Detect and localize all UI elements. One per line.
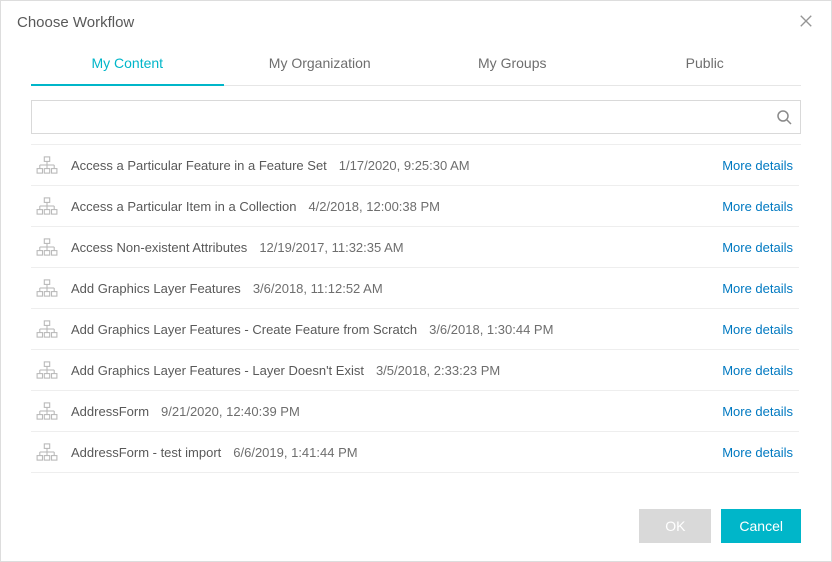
list-item[interactable]: Access Non-existent Attributes 12/19/2017… [31, 227, 799, 268]
tabs: My Content My Organization My Groups Public [31, 41, 801, 86]
list-item[interactable]: Access a Particular Item in a Collection… [31, 186, 799, 227]
close-button[interactable] [797, 13, 815, 31]
item-name: Access Non-existent Attributes [71, 240, 247, 255]
item-date: 9/21/2020, 12:40:39 PM [161, 404, 300, 419]
item-date: 3/5/2018, 2:33:23 PM [376, 363, 500, 378]
tab-public[interactable]: Public [609, 41, 802, 85]
more-details-link[interactable]: More details [722, 363, 793, 378]
list-item[interactable]: AddressForm 9/21/2020, 12:40:39 PM More de… [31, 391, 799, 432]
item-date: 3/6/2018, 11:12:52 AM [253, 281, 383, 296]
list-item[interactable]: Add Graphics Layer Features - Create Fea… [31, 309, 799, 350]
item-date: 6/6/2019, 1:41:44 PM [233, 445, 357, 460]
tab-label: My Groups [478, 55, 546, 71]
tab-my-groups[interactable]: My Groups [416, 41, 609, 85]
search-icon [776, 109, 792, 125]
workflow-icon [33, 361, 61, 379]
list-item[interactable]: Add Graphics Layer Features 3/6/2018, 11:… [31, 268, 799, 309]
dialog-footer: OK Cancel [1, 493, 831, 561]
close-icon [799, 14, 813, 31]
workflow-icon [33, 443, 61, 461]
more-details-link[interactable]: More details [722, 445, 793, 460]
ok-button[interactable]: OK [639, 509, 711, 543]
list-item[interactable]: Add Graphics Layer Features - Layer Does… [31, 350, 799, 391]
dialog-header: Choose Workflow [1, 1, 831, 41]
item-name: Access a Particular Item in a Collection [71, 199, 296, 214]
item-text: Access Non-existent Attributes 12/19/2017… [71, 240, 712, 255]
item-date: 4/2/2018, 12:00:38 PM [308, 199, 440, 214]
item-date: 1/17/2020, 9:25:30 AM [339, 158, 470, 173]
item-name: Add Graphics Layer Features - Create Fea… [71, 322, 417, 337]
search-box[interactable] [31, 100, 801, 134]
item-name: AddressForm [71, 404, 149, 419]
workflow-list: Access a Particular Feature in a Feature… [31, 144, 801, 493]
item-name: Add Graphics Layer Features [71, 281, 241, 296]
tab-label: Public [686, 55, 724, 71]
workflow-icon [33, 156, 61, 174]
item-date: 3/6/2018, 1:30:44 PM [429, 322, 553, 337]
item-date: 12/19/2017, 11:32:35 AM [259, 240, 403, 255]
item-text: Add Graphics Layer Features - Layer Does… [71, 363, 712, 378]
more-details-link[interactable]: More details [722, 158, 793, 173]
item-name: AddressForm - test import [71, 445, 221, 460]
item-text: AddressForm - test import 6/6/2019, 1:41:… [71, 445, 712, 460]
list-item[interactable]: AddressForm - test import 6/6/2019, 1:41:… [31, 432, 799, 473]
tab-label: My Content [91, 55, 163, 71]
item-name: Access a Particular Feature in a Feature… [71, 158, 327, 173]
cancel-button[interactable]: Cancel [721, 509, 801, 543]
tab-label: My Organization [269, 55, 371, 71]
dialog-body: My Content My Organization My Groups Public… [1, 41, 831, 493]
workflow-icon [33, 402, 61, 420]
item-text: Add Graphics Layer Features 3/6/2018, 11:… [71, 281, 712, 296]
search-input[interactable] [42, 110, 776, 125]
choose-workflow-dialog: Choose Workflow My Content My Organizatio… [0, 0, 832, 562]
more-details-link[interactable]: More details [722, 199, 793, 214]
more-details-link[interactable]: More details [722, 240, 793, 255]
item-text: Access a Particular Feature in a Feature… [71, 158, 712, 173]
item-name: Add Graphics Layer Features - Layer Does… [71, 363, 364, 378]
search-row [31, 100, 801, 134]
workflow-icon [33, 238, 61, 256]
dialog-title: Choose Workflow [17, 14, 134, 31]
more-details-link[interactable]: More details [722, 281, 793, 296]
workflow-icon [33, 320, 61, 338]
workflow-icon [33, 197, 61, 215]
item-text: Access a Particular Item in a Collection… [71, 199, 712, 214]
more-details-link[interactable]: More details [722, 404, 793, 419]
workflow-icon [33, 279, 61, 297]
more-details-link[interactable]: More details [722, 322, 793, 337]
tab-my-organization[interactable]: My Organization [224, 41, 417, 85]
workflow-list-scroll[interactable]: Access a Particular Feature in a Feature… [31, 145, 801, 493]
tab-my-content[interactable]: My Content [31, 41, 224, 85]
item-text: Add Graphics Layer Features - Create Fea… [71, 322, 712, 337]
item-text: AddressForm 9/21/2020, 12:40:39 PM [71, 404, 712, 419]
list-item[interactable]: Access a Particular Feature in a Feature… [31, 145, 799, 186]
